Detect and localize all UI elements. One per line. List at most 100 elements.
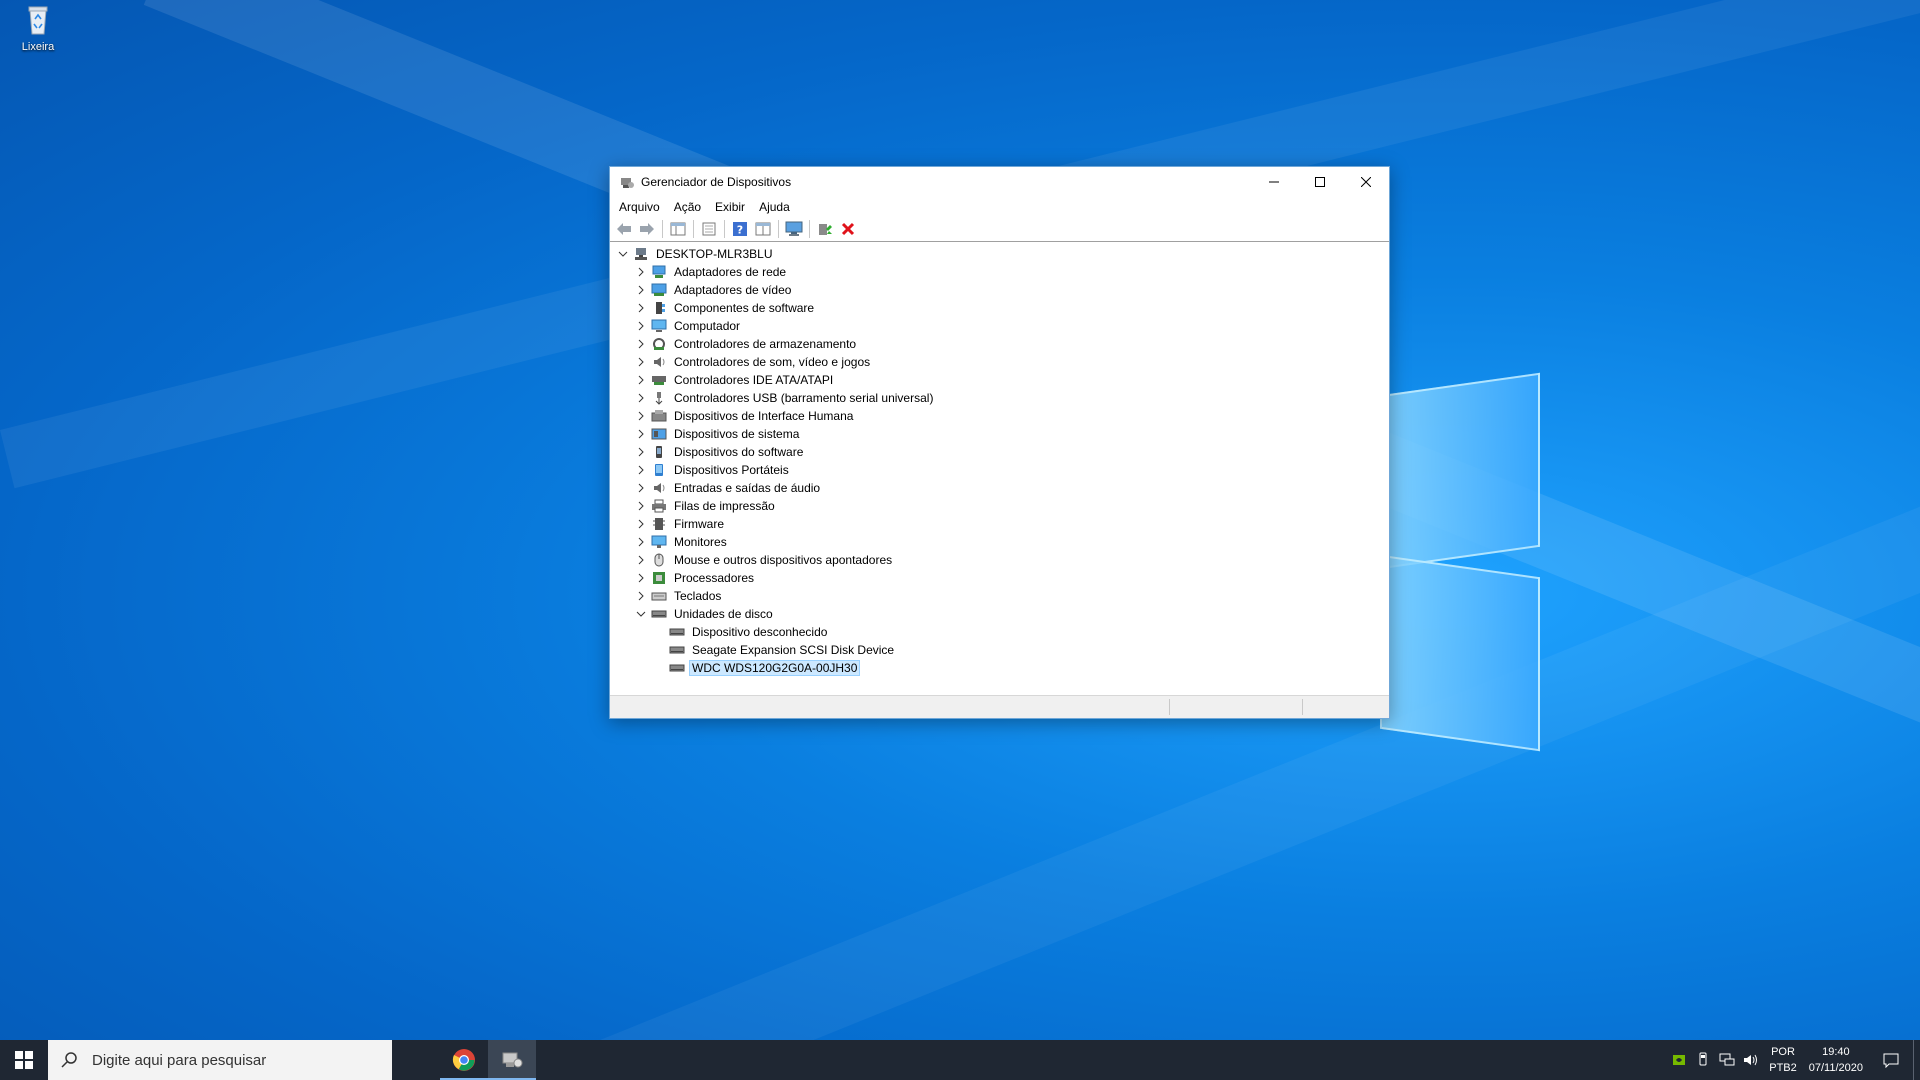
show-hide-console-tree-button[interactable]: [668, 219, 688, 239]
chevron-right-icon[interactable]: [633, 479, 649, 497]
windows-logo-icon: [15, 1051, 33, 1069]
chevron-right-icon[interactable]: [633, 371, 649, 389]
chevron-right-icon[interactable]: [633, 425, 649, 443]
close-button[interactable]: [1343, 167, 1389, 197]
tree-category-unidades-de-disco[interactable]: Unidades de disco: [633, 605, 776, 623]
properties-icon: [702, 222, 716, 236]
properties-button[interactable]: [699, 219, 719, 239]
taskbar-app-device-manager[interactable]: [488, 1040, 536, 1080]
disk-drive-icon: [669, 642, 685, 658]
clock-time: 19:40: [1822, 1046, 1850, 1058]
software-device-icon: [651, 444, 667, 460]
minimize-button[interactable]: [1251, 167, 1297, 197]
system-tray: POR PTB2 19:40 07/11/2020: [1667, 1040, 1920, 1080]
chevron-right-icon[interactable]: [633, 461, 649, 479]
view-pane-button[interactable]: [753, 219, 773, 239]
scan-hardware-button[interactable]: [784, 219, 804, 239]
chevron-down-icon[interactable]: [615, 245, 631, 263]
tree-root[interactable]: DESKTOP-MLR3BLU: [615, 245, 775, 263]
tree-category-computador[interactable]: Computador: [633, 317, 743, 335]
chevron-right-icon[interactable]: [633, 263, 649, 281]
tree-category-processadores[interactable]: Processadores: [633, 569, 757, 587]
tree-category-adaptadores-de-rede[interactable]: Adaptadores de rede: [633, 263, 789, 281]
tree-category-dispositivos-portateis[interactable]: Dispositivos Portáteis: [633, 461, 792, 479]
chevron-right-icon[interactable]: [633, 299, 649, 317]
tree-category-controladores-usb[interactable]: Controladores USB (barramento serial uni…: [633, 389, 936, 407]
tree-device-label: Seagate Expansion SCSI Disk Device: [692, 643, 895, 657]
chevron-right-icon[interactable]: [633, 587, 649, 605]
chevron-right-icon[interactable]: [633, 569, 649, 587]
chevron-right-icon[interactable]: [633, 515, 649, 533]
usb-eject-icon[interactable]: [1691, 1052, 1715, 1068]
back-arrow-icon: [617, 223, 631, 235]
chevron-right-icon[interactable]: [633, 281, 649, 299]
clock[interactable]: 19:40 07/11/2020: [1809, 1044, 1863, 1076]
desktop-icon-recycle-bin[interactable]: Lixeira: [10, 4, 66, 53]
tree-category-label: Unidades de disco: [674, 607, 773, 621]
menu-arquivo[interactable]: Arquivo: [612, 200, 667, 214]
network-icon[interactable]: [1715, 1053, 1739, 1067]
forward-arrow-icon: [640, 223, 654, 235]
tree-category-dispositivos-de-sistema[interactable]: Dispositivos de sistema: [633, 425, 802, 443]
menu-acao[interactable]: Ação: [667, 200, 708, 214]
tree-category-controladores-ide[interactable]: Controladores IDE ATA/ATAPI: [633, 371, 836, 389]
tree-category-dispositivos-do-software[interactable]: Dispositivos do software: [633, 443, 806, 461]
device-manager-icon: [502, 1052, 523, 1068]
tree-category-firmware[interactable]: Firmware: [633, 515, 727, 533]
tree-category-label: Controladores IDE ATA/ATAPI: [674, 373, 834, 387]
tree-category-filas-de-impressao[interactable]: Filas de impressão: [633, 497, 778, 515]
forward-button[interactable]: [637, 219, 657, 239]
chevron-right-icon[interactable]: [633, 551, 649, 569]
tree-category-dispositivos-de-interface-humana[interactable]: Dispositivos de Interface Humana: [633, 407, 856, 425]
tree-category-adaptadores-de-video[interactable]: Adaptadores de vídeo: [633, 281, 794, 299]
chevron-right-icon[interactable]: [633, 317, 649, 335]
tree-category-mouse[interactable]: Mouse e outros dispositivos apontadores: [633, 551, 895, 569]
show-desktop-button[interactable]: [1913, 1040, 1920, 1080]
help-button[interactable]: ?: [730, 219, 750, 239]
disk-drive-icon: [651, 606, 667, 622]
chevron-right-icon[interactable]: [633, 353, 649, 371]
chevron-right-icon[interactable]: [633, 407, 649, 425]
back-button[interactable]: [614, 219, 634, 239]
tree-device-dispositivo-desconhecido[interactable]: Dispositivo desconhecido: [667, 623, 830, 641]
update-driver-button[interactable]: [815, 219, 835, 239]
device-tree[interactable]: DESKTOP-MLR3BLU Adaptadores de rede Adap…: [611, 243, 1388, 681]
tree-category-teclados[interactable]: Teclados: [633, 587, 724, 605]
tree-category-label: Adaptadores de rede: [674, 265, 787, 279]
storage-controller-icon: [651, 336, 667, 352]
tree-device-wdc-selected[interactable]: WDC WDS120G2G0A-00JH30: [667, 659, 861, 677]
maximize-button[interactable]: [1297, 167, 1343, 197]
keyboard-layout: PTB2: [1769, 1062, 1797, 1074]
taskbar-app-chrome[interactable]: [440, 1040, 488, 1080]
menu-ajuda[interactable]: Ajuda: [752, 200, 797, 214]
tree-category-monitores[interactable]: Monitores: [633, 533, 730, 551]
device-manager-window[interactable]: Gerenciador de Dispositivos Arquivo Ação…: [609, 166, 1390, 719]
tree-category-controladores-de-armazenamento[interactable]: Controladores de armazenamento: [633, 335, 859, 353]
chevron-right-icon[interactable]: [633, 389, 649, 407]
title-bar[interactable]: Gerenciador de Dispositivos: [610, 167, 1389, 197]
start-button[interactable]: [0, 1040, 48, 1080]
tree-category-label: Dispositivos de sistema: [674, 427, 800, 441]
tree-category-label: Teclados: [674, 589, 722, 603]
chevron-right-icon[interactable]: [633, 497, 649, 515]
clock-date: 07/11/2020: [1808, 1062, 1863, 1074]
menu-bar: Arquivo Ação Exibir Ajuda: [610, 197, 1389, 217]
nvidia-icon[interactable]: [1667, 1054, 1691, 1066]
search-box[interactable]: Digite aqui para pesquisar: [48, 1040, 392, 1080]
tree-category-entradas-e-saidas-de-audio[interactable]: Entradas e saídas de áudio: [633, 479, 823, 497]
chevron-down-icon[interactable]: [633, 605, 649, 623]
volume-icon[interactable]: [1739, 1053, 1763, 1067]
human-interface-device-icon: [651, 408, 667, 424]
tree-category-controladores-de-som[interactable]: Controladores de som, vídeo e jogos: [633, 353, 873, 371]
chevron-right-icon[interactable]: [633, 443, 649, 461]
tree-category-label: Mouse e outros dispositivos apontadores: [674, 553, 893, 567]
tree-category-componentes-de-software[interactable]: Componentes de software: [633, 299, 817, 317]
search-placeholder: Digite aqui para pesquisar: [92, 1051, 267, 1069]
language-indicator[interactable]: POR PTB2: [1769, 1044, 1797, 1076]
uninstall-device-button[interactable]: [838, 219, 858, 239]
tree-device-seagate[interactable]: Seagate Expansion SCSI Disk Device: [667, 641, 897, 659]
menu-exibir[interactable]: Exibir: [708, 200, 752, 214]
chevron-right-icon[interactable]: [633, 335, 649, 353]
action-center-button[interactable]: [1869, 1052, 1913, 1068]
chevron-right-icon[interactable]: [633, 533, 649, 551]
